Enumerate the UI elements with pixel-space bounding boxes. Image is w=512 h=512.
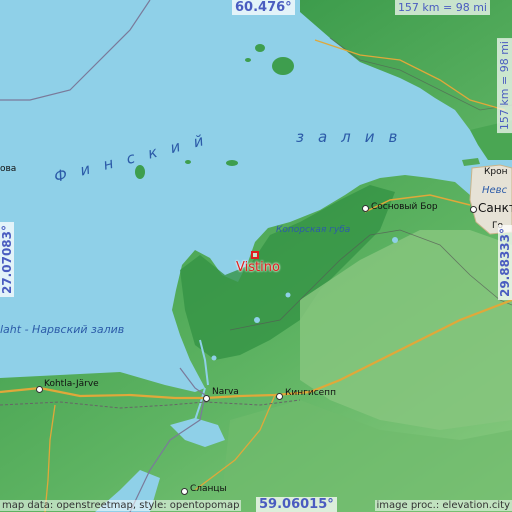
town-sankt: Санкт (478, 201, 512, 215)
scale-vertical: 157 km = 98 mi (497, 38, 512, 134)
lake-4 (211, 355, 217, 361)
island-2 (226, 160, 238, 166)
location-label: Vistino (236, 260, 280, 275)
south-latitude: 59.06015° (256, 497, 337, 512)
location-marker[interactable] (251, 251, 259, 259)
island-6 (185, 160, 191, 164)
island-5 (245, 58, 251, 62)
lake-1 (392, 237, 398, 243)
town-ova: ова (0, 164, 17, 174)
town-slantsy: Сланцы (190, 484, 227, 494)
island-1 (135, 165, 145, 179)
town-dot-kingisepp (276, 393, 283, 400)
east-longitude: 29.88333° (498, 225, 512, 301)
neva-label: Невс (482, 185, 508, 196)
town-dot-slantsy (181, 488, 188, 495)
town-kingisepp: Кингисепп (285, 388, 336, 398)
town-kohtla: Kohtla-Järve (44, 379, 99, 389)
town-dot-sosnovy-bor (362, 205, 369, 212)
scale-horizontal: 157 km = 98 mi (394, 0, 490, 15)
attribution-left: map data: openstreetmap, style: opentopo… (0, 500, 242, 511)
lake-3 (285, 292, 291, 298)
town-dot-narva (203, 395, 210, 402)
town-dot-sankt (470, 206, 477, 213)
west-longitude: 27.07083° (0, 222, 14, 298)
lake-2 (254, 317, 260, 323)
town-dot-kohtla (36, 386, 43, 393)
town-sosnovy-bor: Сосновый Бор (371, 202, 438, 212)
north-latitude: 60.476° (232, 0, 295, 15)
town-narva: Narva (212, 387, 239, 397)
attribution-right: image proc.: elevation.city (374, 500, 512, 511)
narva-bay-label: laht - Нарвский залив (0, 323, 125, 336)
island-3 (272, 57, 294, 75)
gulf-label-right: залив (296, 128, 412, 146)
koporskaya-bay-label: Копорская губа (276, 225, 351, 235)
island-4 (255, 44, 265, 52)
town-kron: Крон (484, 167, 508, 177)
